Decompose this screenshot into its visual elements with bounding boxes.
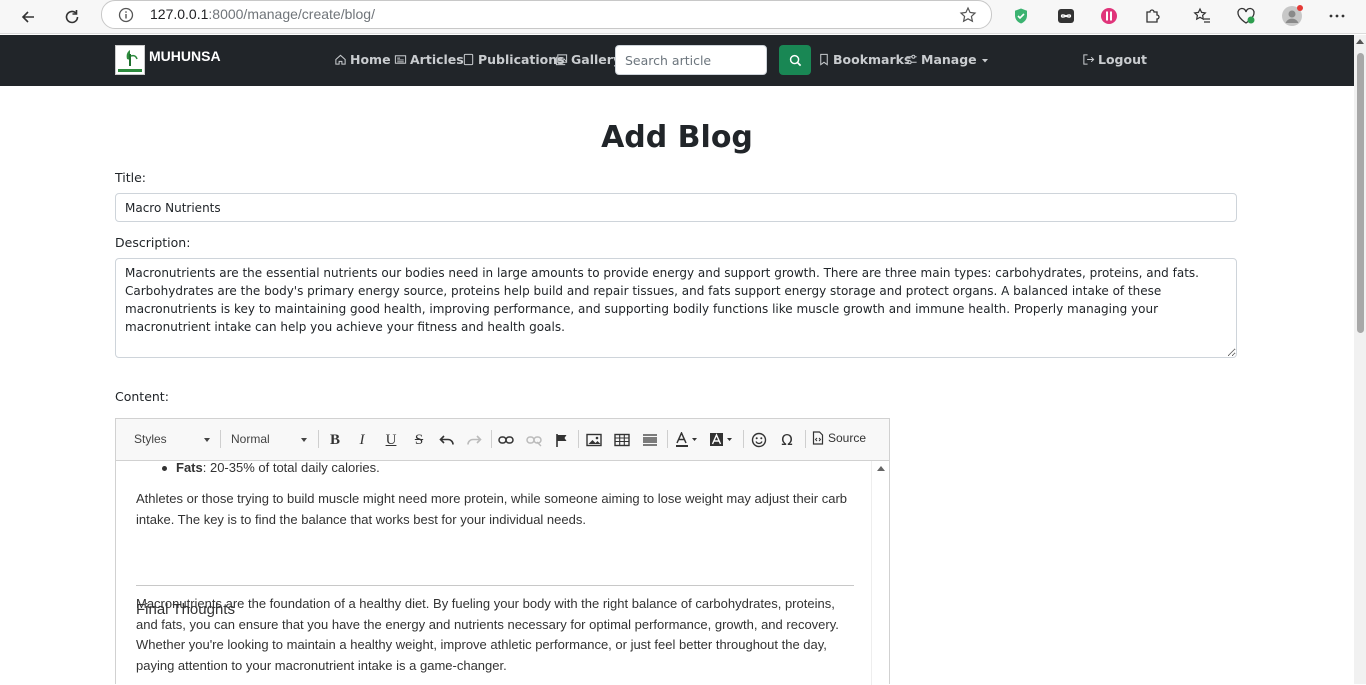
background-color-icon[interactable]	[708, 429, 736, 451]
anchor-flag-icon[interactable]	[551, 429, 573, 451]
extensions-puzzle-icon[interactable]	[1141, 4, 1165, 28]
special-character-omega-icon[interactable]: Ω	[776, 429, 798, 451]
nav-logout-label: Logout	[1098, 52, 1147, 67]
brand-name: MUHUNSA	[149, 48, 221, 64]
styles-dropdown-label: Styles	[134, 432, 167, 446]
nav-home-label: Home	[350, 52, 391, 67]
back-arrow-icon[interactable]	[14, 3, 42, 31]
url-host: 127.0.0.1	[150, 6, 209, 22]
editor-scroll-up-icon[interactable]	[877, 466, 885, 471]
redo-icon[interactable]	[463, 429, 485, 451]
nav-articles[interactable]: Articles	[394, 52, 464, 67]
list-item-bold: Fats	[176, 461, 203, 475]
format-dropdown[interactable]: Normal	[223, 427, 311, 451]
list-item-text: : 20-35% of total daily calories.	[202, 461, 380, 475]
text-color-icon[interactable]	[673, 429, 701, 451]
toolbar-separator	[805, 430, 806, 448]
nav-manage-label: Manage	[921, 52, 977, 67]
url-path: :8000/manage/create/blog/	[208, 6, 375, 22]
search-input[interactable]	[615, 45, 767, 75]
shield-extension-icon[interactable]	[1009, 4, 1033, 28]
format-dropdown-label: Normal	[231, 432, 270, 446]
site-navbar: MUHUNSA Home Articles Publications Galle…	[0, 35, 1354, 86]
table-icon[interactable]	[611, 429, 633, 451]
nav-bookmarks[interactable]: Bookmarks	[818, 52, 911, 67]
content-paragraph-final: Macronutrients are the foundation of a h…	[136, 596, 839, 674]
nav-gallery[interactable]: Gallery	[555, 52, 621, 67]
description-label: Description:	[115, 235, 191, 250]
content-paragraph: Athletes or those trying to build muscle…	[136, 491, 848, 527]
sliders-icon	[906, 54, 917, 65]
journal-icon	[463, 53, 474, 66]
scrollbar-thumb[interactable]	[1357, 53, 1364, 333]
editor-content-area[interactable]: Fats: 20-35% of total daily calories. At…	[116, 461, 889, 685]
page-title: Add Blog	[601, 120, 753, 155]
italic-icon[interactable]: I	[351, 429, 373, 451]
nav-logout[interactable]: Logout	[1082, 52, 1147, 67]
rich-text-editor: Styles Normal B I U S Ω Source Fats: 20-…	[115, 418, 890, 685]
nav-publications-label: Publications	[478, 52, 565, 67]
nav-bookmarks-label: Bookmarks	[833, 52, 912, 67]
underline-icon[interactable]: U	[380, 429, 402, 451]
nav-home[interactable]: Home	[334, 52, 391, 67]
styles-dropdown[interactable]: Styles	[126, 427, 214, 451]
search-icon	[789, 54, 801, 66]
scroll-up-arrow-icon[interactable]	[1356, 39, 1364, 44]
page-scrollbar[interactable]	[1354, 35, 1366, 684]
strikethrough-icon[interactable]: S	[408, 429, 430, 451]
styles-caret-icon	[204, 438, 210, 442]
address-bar[interactable]: 127.0.0.1:8000/manage/create/blog/	[101, 0, 992, 29]
logout-icon	[1083, 54, 1095, 65]
content-label: Content:	[115, 389, 169, 404]
title-input[interactable]	[115, 193, 1237, 222]
source-button-label: Source	[828, 431, 867, 445]
editor-toolbar: Styles Normal B I U S Ω Source	[116, 419, 889, 461]
browser-toolbar: 127.0.0.1:8000/manage/create/blog/	[0, 0, 1366, 34]
source-icon	[812, 431, 824, 445]
house-icon	[335, 54, 346, 65]
list-item: Fats: 20-35% of total daily calories.	[162, 461, 380, 475]
pink-extension-icon[interactable]	[1097, 4, 1121, 28]
favorite-star-icon[interactable]	[959, 6, 977, 28]
description-textarea[interactable]: Macronutrients are the essential nutrien…	[115, 258, 1237, 358]
toolbar-separator	[743, 430, 744, 448]
link-icon[interactable]	[495, 429, 517, 451]
horizontal-rule	[136, 585, 854, 586]
toolbar-separator	[220, 430, 221, 448]
toolbar-separator	[578, 430, 579, 448]
nav-gallery-label: Gallery	[571, 52, 622, 67]
toolbar-separator	[491, 430, 492, 448]
horizontal-line-icon[interactable]	[639, 429, 661, 451]
bookmark-icon	[820, 53, 828, 66]
favorites-list-icon[interactable]	[1190, 4, 1214, 28]
brand-logo	[115, 45, 145, 75]
profile-avatar[interactable]	[1280, 4, 1304, 28]
site-info-icon[interactable]	[118, 7, 134, 27]
editor-scrollbar[interactable]	[871, 461, 888, 685]
format-caret-icon	[301, 438, 307, 442]
infinity-extension-icon[interactable]	[1054, 4, 1078, 28]
unlink-icon[interactable]	[523, 429, 545, 451]
toolbar-separator	[667, 430, 668, 448]
toolbar-separator	[318, 430, 319, 448]
newspaper-icon	[394, 55, 407, 64]
caret-down-icon	[981, 58, 988, 62]
title-label: Title:	[115, 170, 146, 185]
image-icon[interactable]	[583, 429, 605, 451]
nav-publications[interactable]: Publications	[462, 52, 565, 67]
source-button[interactable]: Source	[812, 431, 866, 445]
smiley-icon[interactable]	[748, 429, 770, 451]
more-menu-icon[interactable]	[1325, 4, 1349, 28]
search-button[interactable]	[779, 45, 811, 75]
nav-manage-dropdown[interactable]: Manage	[905, 52, 990, 67]
reload-icon[interactable]	[58, 3, 86, 31]
brand-link[interactable]: MUHUNSA	[115, 45, 221, 75]
health-heart-icon[interactable]	[1234, 4, 1258, 28]
bold-icon[interactable]: B	[324, 429, 346, 451]
url-text: 127.0.0.1:8000/manage/create/blog/	[150, 6, 375, 22]
undo-icon[interactable]	[436, 429, 458, 451]
images-icon	[555, 54, 568, 66]
nav-articles-label: Articles	[410, 52, 464, 67]
